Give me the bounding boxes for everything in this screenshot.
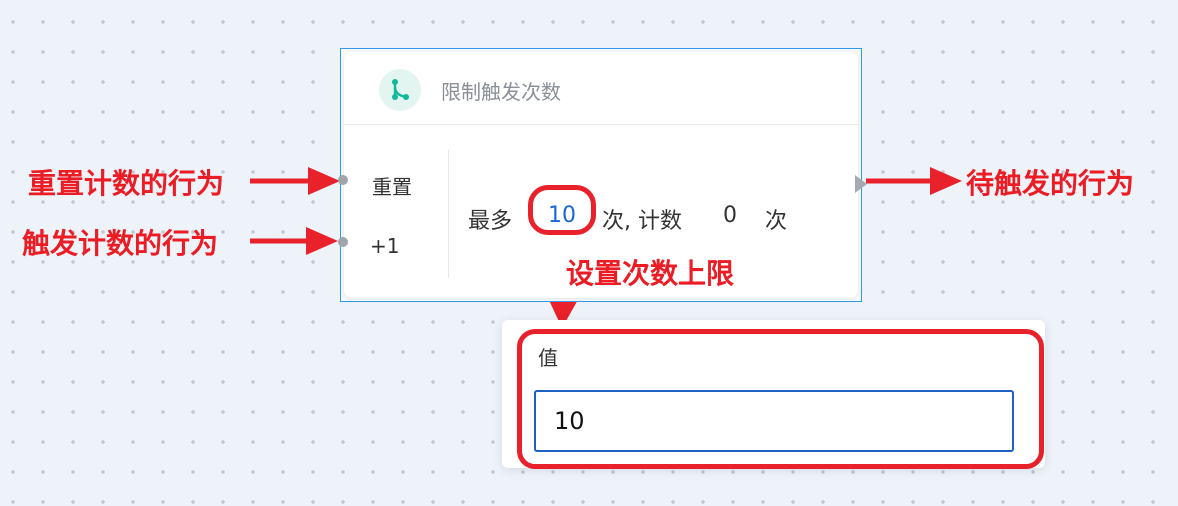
times-label: 次 (765, 209, 788, 234)
node-header: 限制触发次数 (344, 52, 858, 125)
trigger-annotation: 触发计数的行为 (22, 227, 219, 260)
reset-arrow-head (308, 167, 340, 195)
increment-port-label: +1 (370, 234, 400, 258)
reset-input-port[interactable] (338, 175, 348, 185)
branch-icon (379, 69, 421, 111)
output-arrow-head (930, 167, 962, 195)
max-value-highlight (528, 185, 596, 235)
trigger-arrow-head (306, 227, 338, 255)
count-value: 0 (723, 203, 737, 228)
times-count-label: 次, 计数 (602, 209, 682, 234)
limit-annotation: 设置次数上限 (566, 257, 735, 290)
reset-port-label: 重置 (372, 175, 412, 199)
output-port[interactable] (855, 175, 867, 193)
max-label: 最多 (468, 209, 513, 234)
node-title: 限制触发次数 (441, 80, 561, 104)
reset-annotation: 重置计数的行为 (28, 167, 225, 200)
increment-input-port[interactable] (338, 237, 348, 247)
node-divider (448, 150, 449, 278)
output-annotation: 待触发的行为 (966, 167, 1135, 200)
popup-highlight (517, 329, 1044, 469)
